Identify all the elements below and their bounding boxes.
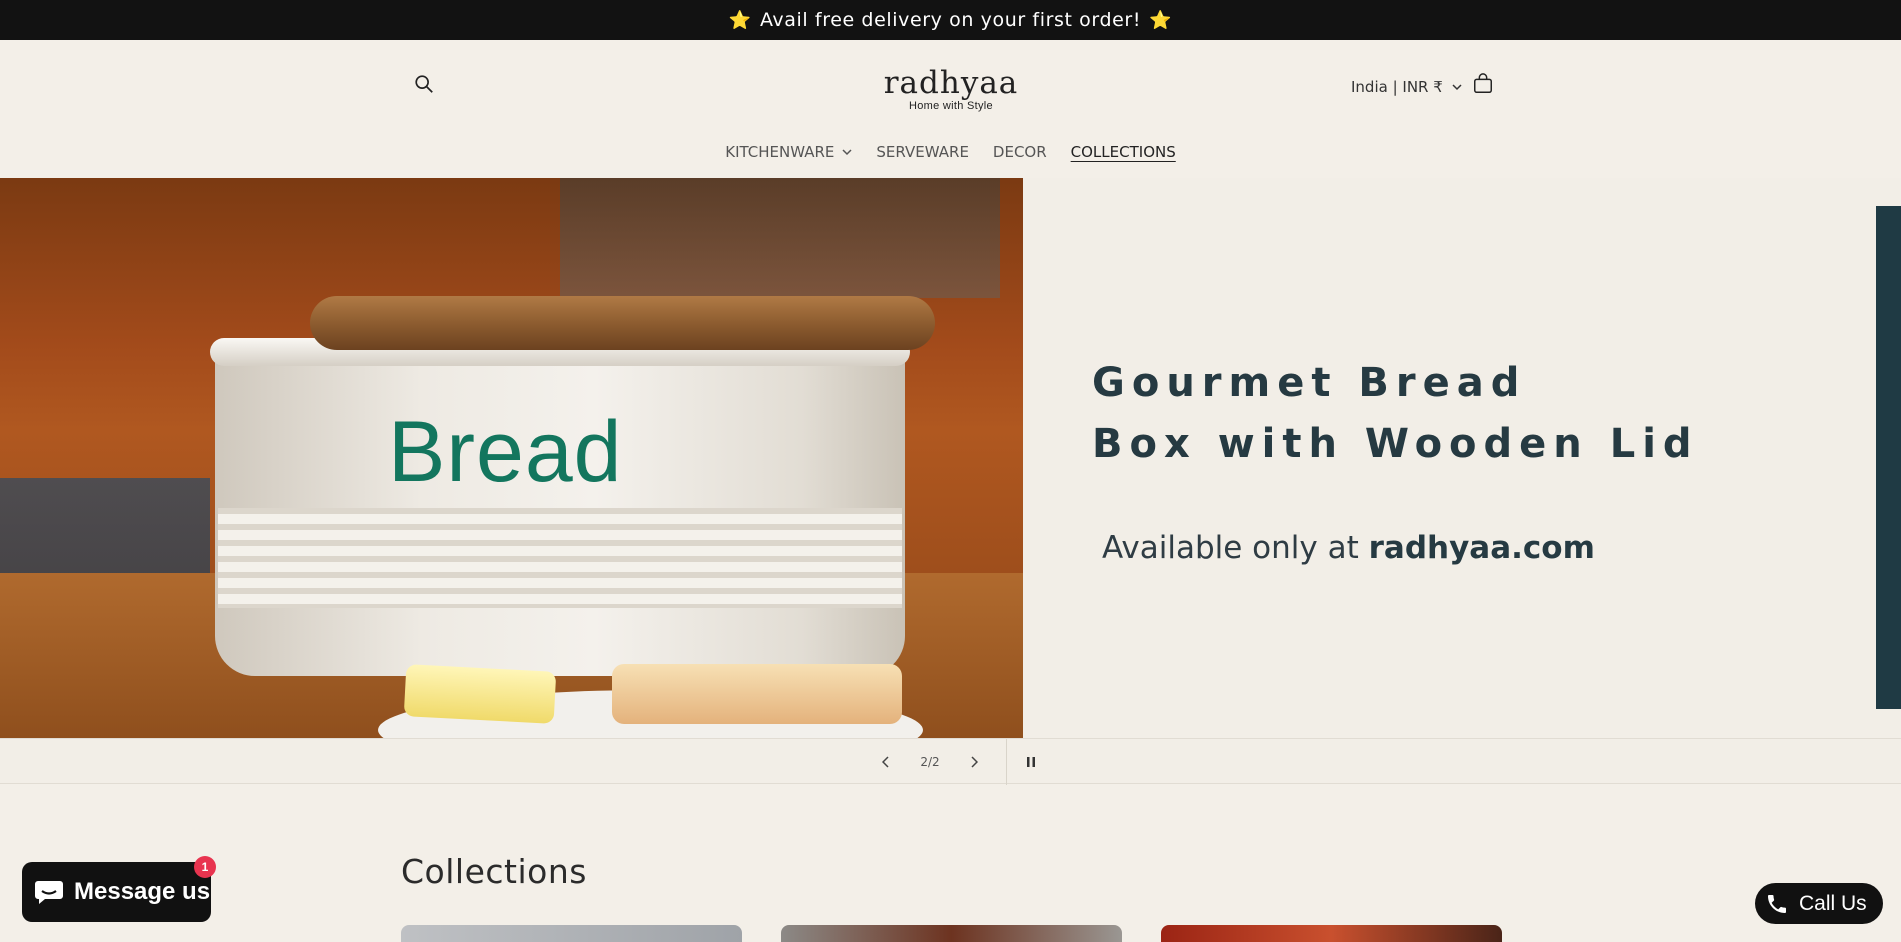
collection-card[interactable] (401, 925, 742, 942)
toast (612, 664, 902, 724)
call-us-button[interactable]: Call Us (1755, 883, 1883, 924)
hero-slide: Bread Gourmet Bread Box with Wooden Lid … (0, 178, 1901, 738)
butter (403, 664, 557, 724)
cart-icon (1474, 73, 1492, 93)
previous-slide-button[interactable] (868, 739, 904, 785)
chevron-right-icon (971, 756, 978, 768)
collections-heading: Collections (401, 852, 587, 891)
collection-card[interactable] (1161, 925, 1502, 942)
search-icon (415, 75, 433, 93)
slide-counter: 2/2 (920, 755, 940, 769)
logo-tagline: Home with Style (909, 100, 993, 112)
country-currency-selector[interactable]: India | INR ₹ (1351, 78, 1462, 96)
notification-badge: 1 (194, 856, 216, 878)
hero-title-line-1: Gourmet Bread (1092, 360, 1527, 406)
site-header: radhyaa Home with Style India | INR ₹ KI… (0, 40, 1901, 178)
hero-title-line-2: Box with Wooden Lid (1092, 421, 1699, 467)
search-button[interactable] (410, 70, 438, 98)
pause-slideshow-button[interactable] (1007, 739, 1055, 785)
bread-tin-ridges (218, 508, 902, 608)
message-us-button[interactable]: Message us (22, 862, 211, 922)
logo-name: radhyaa (883, 65, 1019, 101)
chat-bubble-icon (35, 881, 63, 904)
background-window (560, 178, 1000, 298)
pause-icon (1027, 757, 1035, 767)
announcement-bar: ⭐ Avail free delivery on your first orde… (0, 0, 1901, 40)
nav-item-kitchenware[interactable]: KITCHENWARE (725, 143, 852, 161)
site-logo[interactable]: radhyaa Home with Style (851, 66, 1051, 112)
collection-card[interactable] (781, 925, 1122, 942)
next-slide-edge (1876, 206, 1901, 709)
next-slide-button[interactable] (956, 739, 992, 785)
chevron-down-icon (842, 148, 852, 155)
locale-label: India | INR ₹ (1351, 78, 1443, 96)
star-icon: ⭐ (1149, 9, 1173, 31)
collection-cards (401, 925, 1502, 942)
announcement-text: Avail free delivery on your first order! (759, 9, 1142, 31)
wooden-lid (310, 296, 935, 350)
nav-item-collections[interactable]: COLLECTIONS (1071, 143, 1176, 161)
message-us-label: Message us (74, 878, 211, 905)
nav-item-label: COLLECTIONS (1070, 143, 1176, 161)
chevron-left-icon (882, 756, 889, 768)
nav-item-decor[interactable]: DECOR (993, 143, 1047, 161)
phone-icon (1768, 894, 1786, 913)
hero-subtitle-brand: radhyaa.com (1368, 530, 1595, 566)
nav-item-label: DECOR (992, 143, 1047, 161)
cart-button[interactable] (1469, 70, 1497, 98)
hero-text-block: Gourmet Bread Box with Wooden Lid Availa… (1092, 353, 1699, 566)
star-icon: ⭐ (728, 9, 752, 31)
nav-item-label: SERVEWARE (876, 143, 969, 161)
call-us-label: Call Us (1799, 891, 1867, 915)
nav-item-serveware[interactable]: SERVEWARE (876, 143, 969, 161)
nav-item-label: KITCHENWARE (725, 143, 835, 161)
chevron-down-icon (1452, 83, 1462, 90)
slideshow-controls: 2/2 (0, 738, 1901, 785)
main-nav: KITCHENWARE SERVEWARE DECOR COLLECTIONS (0, 143, 1901, 161)
hero-subtitle-prefix: Available only at (1102, 530, 1369, 566)
bread-tin-label: Bread (388, 404, 623, 500)
hero-subtitle: Available only at radhyaa.com (1102, 530, 1699, 566)
hero-product-image: Bread (0, 178, 1023, 738)
